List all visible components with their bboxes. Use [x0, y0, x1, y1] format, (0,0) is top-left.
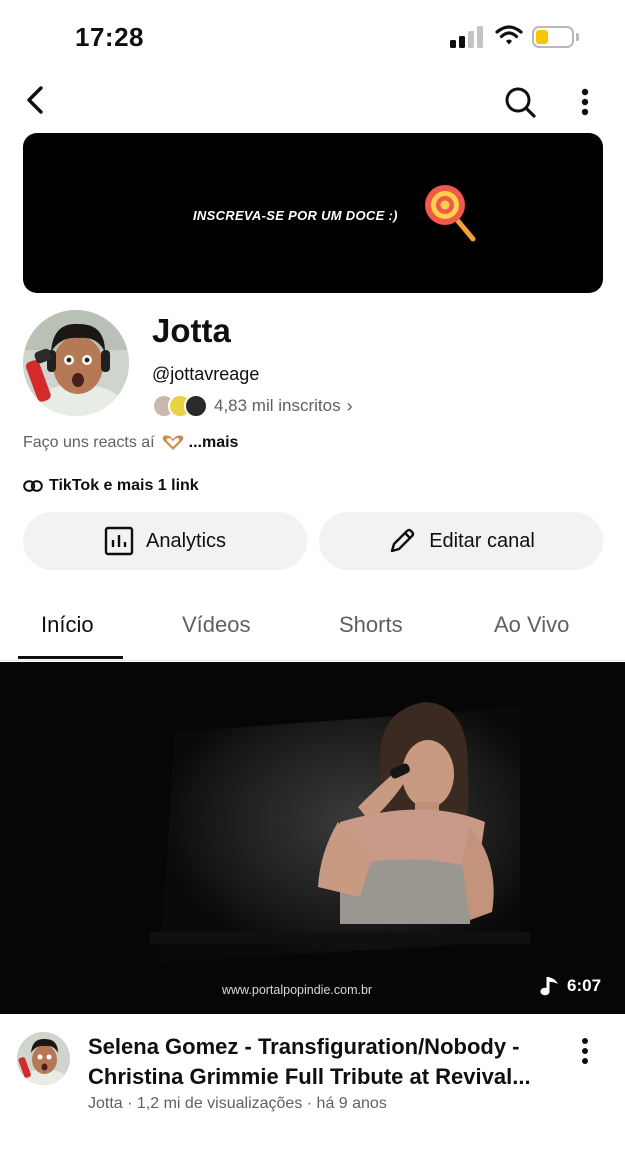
- tab-ao-vivo[interactable]: Ao Vivo: [494, 612, 569, 638]
- lollipop-icon: [425, 185, 476, 242]
- channel-avatar[interactable]: [23, 310, 129, 416]
- tabs-divider: [0, 660, 625, 661]
- duration-label: 6:07: [567, 976, 602, 995]
- top-navigation: [0, 78, 625, 122]
- battery-icon: [532, 26, 574, 48]
- analytics-button[interactable]: Analytics: [23, 512, 307, 570]
- battery-level: [536, 30, 548, 44]
- battery-cap: [576, 33, 579, 41]
- edit-channel-button[interactable]: Editar canal: [319, 512, 603, 570]
- video-title-line2: Christina Grimmie Full Tribute at Reviva…: [88, 1064, 531, 1089]
- banner-text: INSCREVA-SE POR UM DOCE :): [193, 208, 398, 223]
- more-vert-icon[interactable]: [568, 82, 602, 122]
- subscriber-avatars: [152, 394, 208, 418]
- description-more[interactable]: ...mais: [189, 434, 239, 452]
- tab-shorts[interactable]: Shorts: [339, 612, 403, 638]
- analytics-label: Analytics: [145, 529, 227, 552]
- channel-banner[interactable]: INSCREVA-SE POR UM DOCE :): [23, 133, 603, 293]
- wifi-icon: [495, 25, 523, 45]
- subscribers-row[interactable]: 4,83 mil inscritos ›: [152, 393, 353, 419]
- pencil-icon: [390, 528, 415, 553]
- channel-description[interactable]: Faço uns reacts aí ...mais: [23, 434, 238, 452]
- tab-inicio[interactable]: Início: [41, 612, 94, 638]
- music-note-icon: [540, 977, 558, 996]
- active-tab-indicator: [18, 656, 123, 659]
- mini-avatar: [184, 394, 208, 418]
- analytics-icon: [104, 526, 134, 556]
- video-thumbnail[interactable]: www.portalpopindie.com.br 6:07: [0, 662, 625, 1014]
- heart-hands-icon: [162, 435, 183, 450]
- more-vert-icon[interactable]: [572, 1034, 598, 1068]
- link-icon: [23, 480, 43, 492]
- video-duration: 6:07: [540, 975, 601, 997]
- video-watermark: www.portalpopindie.com.br: [222, 983, 373, 997]
- links-text: TikTok e mais 1 link: [49, 477, 199, 494]
- description-text: Faço uns reacts aí: [23, 434, 155, 451]
- video-meta: Selena Gomez - Transfiguration/Nobody - …: [0, 1030, 625, 1130]
- status-time: 17:28: [75, 22, 144, 52]
- video-title-line1: Selena Gomez - Transfiguration/Nobody -: [88, 1034, 520, 1059]
- subscriber-count: 4,83 mil inscritos: [214, 396, 341, 415]
- channel-name: Jotta: [152, 312, 231, 349]
- thumbnail-image: [0, 662, 625, 1014]
- channel-tabs: Início Vídeos Shorts Ao Vivo: [0, 600, 625, 662]
- video-title[interactable]: Selena Gomez - Transfiguration/Nobody - …: [88, 1032, 558, 1092]
- cellular-signal-icon: [450, 26, 483, 48]
- channel-handle: @jottavreage: [152, 364, 260, 384]
- tab-videos[interactable]: Vídeos: [182, 612, 251, 638]
- video-channel-avatar[interactable]: [17, 1032, 70, 1085]
- chevron-left-icon[interactable]: [18, 82, 54, 118]
- channel-links[interactable]: TikTok e mais 1 link: [23, 477, 199, 495]
- chevron-right-icon: ›: [346, 395, 353, 416]
- video-subtitle: Jotta · 1,2 mi de visualizações · há 9 a…: [88, 1095, 387, 1112]
- status-bar: 17:28: [0, 0, 625, 70]
- edit-channel-label: Editar canal: [429, 529, 535, 552]
- search-icon[interactable]: [500, 82, 540, 122]
